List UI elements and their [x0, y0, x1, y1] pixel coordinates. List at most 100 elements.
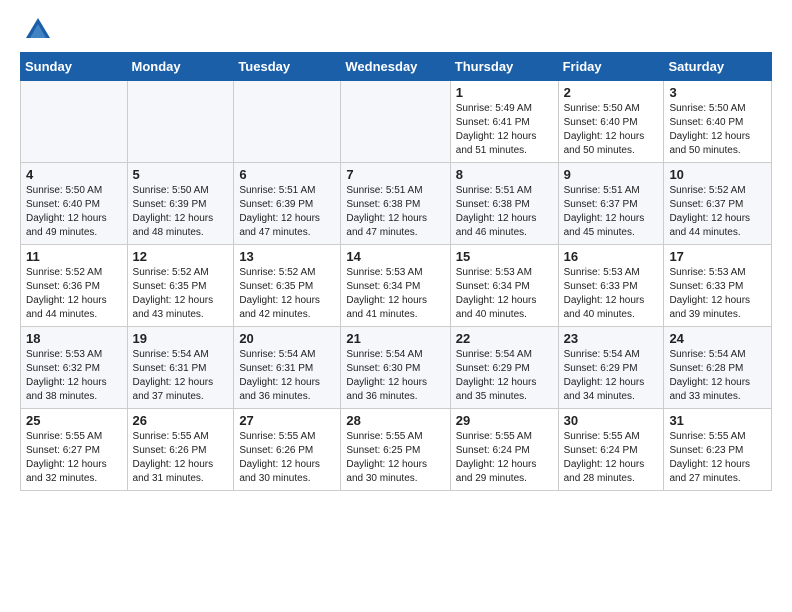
calendar-cell: 22 Sunrise: 5:54 AMSunset: 6:29 PMDayligh…: [450, 327, 558, 409]
day-number: 28: [346, 413, 444, 428]
day-info: Sunrise: 5:51 AMSunset: 6:37 PMDaylight:…: [564, 184, 659, 240]
calendar-cell: 24 Sunrise: 5:54 AMSunset: 6:28 PMDayligh…: [664, 327, 772, 409]
day-info: Sunrise: 5:51 AMSunset: 6:39 PMDaylight:…: [239, 184, 335, 240]
header: [20, 16, 772, 44]
day-number: 29: [456, 413, 553, 428]
page: SundayMondayTuesdayWednesdayThursdayFrid…: [0, 0, 792, 507]
day-number: 9: [564, 167, 659, 182]
day-info: Sunrise: 5:53 AMSunset: 6:34 PMDaylight:…: [346, 266, 444, 322]
day-info: Sunrise: 5:51 AMSunset: 6:38 PMDaylight:…: [456, 184, 553, 240]
weekday-header-monday: Monday: [127, 53, 234, 81]
calendar-cell: 29 Sunrise: 5:55 AMSunset: 6:24 PMDayligh…: [450, 409, 558, 491]
calendar-cell: 31 Sunrise: 5:55 AMSunset: 6:23 PMDayligh…: [664, 409, 772, 491]
weekday-header-tuesday: Tuesday: [234, 53, 341, 81]
day-info: Sunrise: 5:53 AMSunset: 6:33 PMDaylight:…: [669, 266, 766, 322]
day-number: 7: [346, 167, 444, 182]
calendar-cell: [21, 81, 128, 163]
calendar-week-4: 18 Sunrise: 5:53 AMSunset: 6:32 PMDayligh…: [21, 327, 772, 409]
weekday-header-wednesday: Wednesday: [341, 53, 450, 81]
day-number: 15: [456, 249, 553, 264]
day-number: 5: [133, 167, 229, 182]
day-number: 14: [346, 249, 444, 264]
day-info: Sunrise: 5:52 AMSunset: 6:36 PMDaylight:…: [26, 266, 122, 322]
calendar-cell: [341, 81, 450, 163]
calendar-week-2: 4Sunrise: 5:50 AMSunset: 6:40 PMDaylight…: [21, 163, 772, 245]
day-info: Sunrise: 5:55 AMSunset: 6:25 PMDaylight:…: [346, 430, 444, 486]
calendar-week-5: 25 Sunrise: 5:55 AMSunset: 6:27 PMDayligh…: [21, 409, 772, 491]
day-info: Sunrise: 5:55 AMSunset: 6:23 PMDaylight:…: [669, 430, 766, 486]
day-number: 10: [669, 167, 766, 182]
calendar-cell: 2Sunrise: 5:50 AMSunset: 6:40 PMDaylight…: [558, 81, 664, 163]
day-info: Sunrise: 5:50 AMSunset: 6:40 PMDaylight:…: [669, 102, 766, 158]
day-info: Sunrise: 5:54 AMSunset: 6:31 PMDaylight:…: [239, 348, 335, 404]
day-number: 31: [669, 413, 766, 428]
calendar-cell: 10 Sunrise: 5:52 AMSunset: 6:37 PMDayligh…: [664, 163, 772, 245]
calendar-cell: 17 Sunrise: 5:53 AMSunset: 6:33 PMDayligh…: [664, 245, 772, 327]
day-info: Sunrise: 5:49 AMSunset: 6:41 PMDaylight:…: [456, 102, 553, 158]
day-info: Sunrise: 5:52 AMSunset: 6:35 PMDaylight:…: [239, 266, 335, 322]
weekday-header-friday: Friday: [558, 53, 664, 81]
day-number: 22: [456, 331, 553, 346]
calendar-cell: 4Sunrise: 5:50 AMSunset: 6:40 PMDaylight…: [21, 163, 128, 245]
calendar-cell: 16Sunrise: 5:53 AMSunset: 6:33 PMDayligh…: [558, 245, 664, 327]
day-info: Sunrise: 5:50 AMSunset: 6:40 PMDaylight:…: [564, 102, 659, 158]
day-info: Sunrise: 5:52 AMSunset: 6:37 PMDaylight:…: [669, 184, 766, 240]
day-info: Sunrise: 5:51 AMSunset: 6:38 PMDaylight:…: [346, 184, 444, 240]
calendar-cell: 7 Sunrise: 5:51 AMSunset: 6:38 PMDaylight…: [341, 163, 450, 245]
day-number: 30: [564, 413, 659, 428]
calendar-cell: 20Sunrise: 5:54 AMSunset: 6:31 PMDayligh…: [234, 327, 341, 409]
calendar-cell: 12 Sunrise: 5:52 AMSunset: 6:35 PMDayligh…: [127, 245, 234, 327]
day-number: 23: [564, 331, 659, 346]
logo: [20, 16, 52, 44]
calendar-cell: 25 Sunrise: 5:55 AMSunset: 6:27 PMDayligh…: [21, 409, 128, 491]
day-info: Sunrise: 5:53 AMSunset: 6:32 PMDaylight:…: [26, 348, 122, 404]
weekday-header-saturday: Saturday: [664, 53, 772, 81]
day-info: Sunrise: 5:50 AMSunset: 6:39 PMDaylight:…: [133, 184, 229, 240]
day-number: 17: [669, 249, 766, 264]
calendar-cell: 1Sunrise: 5:49 AMSunset: 6:41 PMDaylight…: [450, 81, 558, 163]
day-number: 3: [669, 85, 766, 100]
calendar-cell: [234, 81, 341, 163]
calendar: SundayMondayTuesdayWednesdayThursdayFrid…: [20, 52, 772, 491]
day-info: Sunrise: 5:55 AMSunset: 6:26 PMDaylight:…: [239, 430, 335, 486]
day-number: 13: [239, 249, 335, 264]
day-info: Sunrise: 5:50 AMSunset: 6:40 PMDaylight:…: [26, 184, 122, 240]
calendar-cell: 23 Sunrise: 5:54 AMSunset: 6:29 PMDayligh…: [558, 327, 664, 409]
day-info: Sunrise: 5:54 AMSunset: 6:28 PMDaylight:…: [669, 348, 766, 404]
day-info: Sunrise: 5:54 AMSunset: 6:29 PMDaylight:…: [456, 348, 553, 404]
weekday-header-row: SundayMondayTuesdayWednesdayThursdayFrid…: [21, 53, 772, 81]
day-info: Sunrise: 5:55 AMSunset: 6:27 PMDaylight:…: [26, 430, 122, 486]
day-info: Sunrise: 5:54 AMSunset: 6:30 PMDaylight:…: [346, 348, 444, 404]
calendar-week-3: 11 Sunrise: 5:52 AMSunset: 6:36 PMDayligh…: [21, 245, 772, 327]
day-number: 18: [26, 331, 122, 346]
calendar-cell: 28 Sunrise: 5:55 AMSunset: 6:25 PMDayligh…: [341, 409, 450, 491]
calendar-cell: 27 Sunrise: 5:55 AMSunset: 6:26 PMDayligh…: [234, 409, 341, 491]
day-info: Sunrise: 5:53 AMSunset: 6:34 PMDaylight:…: [456, 266, 553, 322]
calendar-cell: 5 Sunrise: 5:50 AMSunset: 6:39 PMDaylight…: [127, 163, 234, 245]
day-number: 24: [669, 331, 766, 346]
calendar-cell: 26Sunrise: 5:55 AMSunset: 6:26 PMDayligh…: [127, 409, 234, 491]
day-info: Sunrise: 5:55 AMSunset: 6:24 PMDaylight:…: [456, 430, 553, 486]
calendar-cell: 18 Sunrise: 5:53 AMSunset: 6:32 PMDayligh…: [21, 327, 128, 409]
day-number: 25: [26, 413, 122, 428]
day-number: 27: [239, 413, 335, 428]
day-info: Sunrise: 5:55 AMSunset: 6:24 PMDaylight:…: [564, 430, 659, 486]
day-number: 12: [133, 249, 229, 264]
calendar-cell: 30 Sunrise: 5:55 AMSunset: 6:24 PMDayligh…: [558, 409, 664, 491]
calendar-cell: 9 Sunrise: 5:51 AMSunset: 6:37 PMDaylight…: [558, 163, 664, 245]
day-number: 21: [346, 331, 444, 346]
day-number: 11: [26, 249, 122, 264]
calendar-cell: 6 Sunrise: 5:51 AMSunset: 6:39 PMDaylight…: [234, 163, 341, 245]
calendar-cell: 21 Sunrise: 5:54 AMSunset: 6:30 PMDayligh…: [341, 327, 450, 409]
day-number: 16: [564, 249, 659, 264]
calendar-week-1: 1Sunrise: 5:49 AMSunset: 6:41 PMDaylight…: [21, 81, 772, 163]
calendar-cell: 13 Sunrise: 5:52 AMSunset: 6:35 PMDayligh…: [234, 245, 341, 327]
day-number: 8: [456, 167, 553, 182]
calendar-cell: 14 Sunrise: 5:53 AMSunset: 6:34 PMDayligh…: [341, 245, 450, 327]
day-info: Sunrise: 5:52 AMSunset: 6:35 PMDaylight:…: [133, 266, 229, 322]
day-info: Sunrise: 5:54 AMSunset: 6:29 PMDaylight:…: [564, 348, 659, 404]
day-info: Sunrise: 5:54 AMSunset: 6:31 PMDaylight:…: [133, 348, 229, 404]
logo-icon: [24, 16, 52, 44]
day-number: 6: [239, 167, 335, 182]
calendar-cell: 15 Sunrise: 5:53 AMSunset: 6:34 PMDayligh…: [450, 245, 558, 327]
